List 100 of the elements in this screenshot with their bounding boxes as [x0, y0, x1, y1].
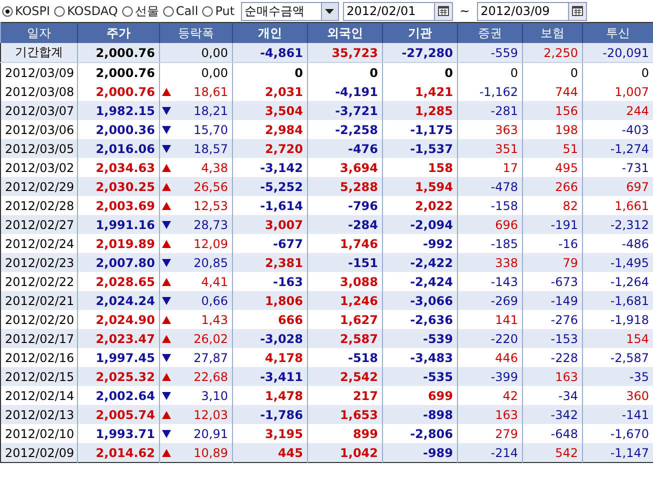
table-cell: -149 — [550, 294, 578, 308]
table-cell: 2,022 — [415, 198, 453, 212]
table-cell: 360 — [626, 388, 649, 402]
table-cell: 0 — [510, 66, 518, 80]
price-cell: 2,025.32 — [96, 370, 155, 384]
table-cell: -992 — [422, 236, 453, 250]
table-cell: 217 — [352, 388, 378, 402]
table-cell: -1,670 — [610, 426, 649, 440]
table-cell: -1,495 — [610, 256, 649, 270]
table-cell: -673 — [550, 274, 578, 288]
table-cell: -4,861 — [260, 46, 303, 60]
table-cell: -3,483 — [410, 350, 453, 364]
table-cell: -269 — [490, 294, 518, 308]
table-cell: 1,661 — [614, 198, 649, 212]
change-cell: 28,73 — [194, 218, 228, 232]
change-cell: 18,21 — [194, 104, 228, 118]
table-cell: 2,984 — [265, 122, 303, 136]
column-header: 투신 — [606, 26, 630, 40]
calendar-icon[interactable] — [438, 6, 449, 16]
price-cell: 1,991.16 — [96, 218, 155, 232]
down-triangle-icon — [162, 144, 171, 152]
price-cell: 2,024.90 — [96, 312, 155, 326]
column-header: 증권 — [478, 26, 502, 40]
radio-button[interactable]: Put — [202, 4, 235, 18]
change-cell: 10,89 — [194, 446, 228, 460]
table-cell: -1,918 — [610, 312, 649, 326]
table-cell: -185 — [490, 236, 518, 250]
price-cell: 2,014.62 — [96, 446, 155, 460]
table-cell: 1,007 — [614, 84, 649, 98]
table-cell: -476 — [348, 142, 378, 156]
table-cell: 141 — [495, 312, 518, 326]
table-cell: -1,614 — [260, 198, 303, 212]
down-triangle-icon — [162, 126, 171, 134]
table-cell: -342 — [550, 408, 578, 422]
table-cell: 2,587 — [340, 332, 378, 346]
date-cell: 2012/02/14 — [5, 388, 74, 402]
table-cell: 542 — [555, 446, 578, 460]
table-cell: -276 — [550, 312, 578, 326]
table-cell: -284 — [348, 218, 378, 232]
date-cell: 2012/02/27 — [5, 218, 74, 232]
radio-button[interactable]: Call — [162, 4, 198, 18]
table-cell: -143 — [490, 274, 518, 288]
table-cell: 3,088 — [340, 274, 378, 288]
price-cell: 2,019.89 — [96, 236, 155, 250]
table-cell: 2,542 — [340, 370, 378, 384]
date-cell: 2012/03/05 — [5, 142, 74, 156]
table-cell: -158 — [490, 198, 518, 212]
date-cell: 2012/02/13 — [5, 408, 74, 422]
column-header: 외국인 — [327, 26, 363, 40]
price-cell: 2,034.63 — [96, 160, 155, 174]
change-cell: 1,43 — [201, 312, 228, 326]
down-triangle-icon — [162, 354, 171, 362]
table-cell: -20,091 — [602, 46, 649, 60]
table-cell: -220 — [490, 332, 518, 346]
table-cell: -2,636 — [410, 312, 453, 326]
table-cell: -281 — [490, 104, 518, 118]
price-cell: 2,007.80 — [96, 256, 155, 270]
table-cell: 666 — [278, 312, 303, 326]
table-cell: 0 — [370, 66, 378, 80]
table-cell: -228 — [550, 350, 578, 364]
change-cell: 26,56 — [194, 180, 228, 194]
price-cell: 2,024.24 — [96, 294, 155, 308]
price-cell: 2,000.76 — [96, 66, 155, 80]
radio-button[interactable]: KOSDAQ — [54, 4, 118, 18]
date-cell: 2012/02/22 — [5, 274, 74, 288]
table-cell: -3,721 — [335, 104, 378, 118]
end-date-field[interactable]: 2012/03/09 — [476, 2, 587, 20]
table-cell: -898 — [422, 408, 453, 422]
column-header: 등락폭 — [178, 26, 214, 40]
price-cell: 2,030.25 — [96, 180, 155, 194]
measure-dropdown[interactable]: 순매수금액 — [240, 2, 339, 20]
change-cell: 0,66 — [201, 294, 228, 308]
calendar-icon[interactable] — [572, 6, 583, 16]
table-cell: 697 — [626, 180, 649, 194]
down-triangle-icon — [162, 258, 171, 266]
table-cell: 3,504 — [265, 104, 303, 118]
table-cell: 445 — [278, 446, 303, 460]
table-cell: 744 — [555, 84, 578, 98]
radio-button[interactable]: 선물 — [122, 2, 159, 20]
table-cell: 244 — [626, 104, 649, 118]
table-cell: 154 — [626, 332, 649, 346]
date-cell: 2012/03/02 — [5, 160, 74, 174]
table-cell: 42 — [502, 388, 518, 402]
table-cell: -2,312 — [610, 218, 649, 232]
table-cell: 79 — [562, 256, 578, 270]
change-cell: 12,09 — [194, 236, 228, 250]
up-triangle-icon — [162, 240, 171, 248]
price-cell: 1,993.71 — [96, 426, 155, 440]
table-cell: -677 — [272, 236, 303, 250]
table-cell: 1,806 — [265, 294, 303, 308]
table-cell: 1,594 — [415, 180, 453, 194]
table-cell: -3,142 — [260, 160, 303, 174]
price-cell: 1,997.45 — [96, 350, 155, 364]
table-cell: 0 — [294, 66, 303, 80]
table-cell: -214 — [490, 446, 518, 460]
price-cell: 2,003.69 — [96, 198, 155, 212]
table-cell: 899 — [352, 426, 378, 440]
start-date-field[interactable]: 2012/02/01 — [342, 2, 453, 20]
table-cell: 2,381 — [265, 256, 303, 270]
radio-button[interactable]: KOSPI — [2, 4, 50, 18]
